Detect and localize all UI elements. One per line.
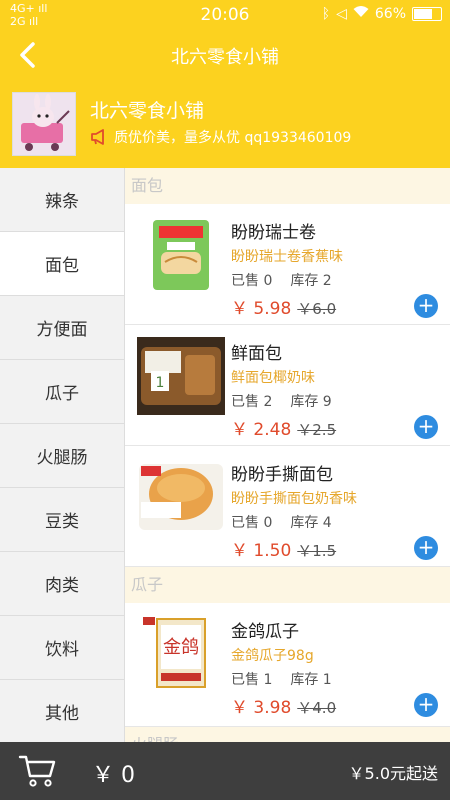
product-image [137, 216, 225, 294]
product-subtitle: 金鸽瓜子98g [231, 648, 314, 664]
shop-banner: 北六零食小铺 质优价美，量多从优 qq1933460109 [0, 80, 450, 168]
current-price: ￥ 3.98 [231, 698, 292, 718]
category-sidebar: 辣条 面包 方便面 瓜子 火腿肠 豆类 肉类 饮料 其他 [0, 168, 125, 744]
status-icons: ᛒ ◁ 66% [322, 5, 442, 22]
sidebar-item-instant-noodles[interactable]: 方便面 [0, 296, 124, 360]
product-image [137, 458, 225, 536]
product-stats: 已售 0 库存 2 [231, 270, 332, 290]
bluetooth-icon: ᛒ [321, 5, 331, 22]
minimum-order-label: ￥5.0元起送 [348, 764, 438, 783]
sold-count: 已售 2 [231, 394, 273, 410]
sidebar-item-other[interactable]: 其他 [0, 680, 124, 744]
plus-icon: + [417, 692, 435, 716]
product-stats: 已售 0 库存 4 [231, 512, 332, 532]
product-list[interactable]: 面包 盼盼瑞士卷 盼盼瑞士卷香蕉味 已售 0 库存 2 ￥ 5.98 ￥6.0 + [125, 168, 450, 742]
sidebar-item-drinks[interactable]: 饮料 [0, 616, 124, 680]
megaphone-icon [91, 129, 104, 145]
add-to-cart-button[interactable]: + [414, 415, 438, 439]
product-name: 盼盼手撕面包 [231, 465, 333, 485]
sold-count: 已售 0 [231, 515, 273, 531]
plus-icon: + [417, 414, 435, 438]
svg-text:金鸽: 金鸽 [163, 637, 199, 658]
page-title: 北六零食小铺 [171, 47, 279, 68]
section-header-seeds: 瓜子 [125, 567, 450, 603]
status-bar: 4G+ ıll 2G ıll 20:06 ᛒ ◁ 66% [0, 0, 450, 30]
wifi-icon [353, 5, 369, 22]
current-price: ￥ 2.48 [231, 420, 292, 440]
add-to-cart-button[interactable]: + [414, 294, 438, 318]
plus-icon: + [417, 535, 435, 559]
shop-slogan: 质优价美，量多从优 qq1933460109 [90, 127, 351, 147]
stock-count: 库存 9 [290, 394, 332, 410]
product-price: ￥ 2.48 ￥2.5 [231, 415, 336, 440]
product-name: 盼盼瑞士卷 [231, 223, 316, 243]
shopping-cart-icon [18, 755, 56, 787]
section-header-ham-sausage: 火腿肠 [125, 727, 450, 742]
original-price: ￥4.0 [297, 699, 337, 717]
sold-count: 已售 0 [231, 273, 273, 289]
product-image: 1 [137, 337, 225, 415]
sidebar-item-spicy-strips[interactable]: 辣条 [0, 168, 124, 232]
product-image: 金鸽 [137, 615, 225, 693]
product-item[interactable]: 盼盼手撕面包 盼盼手撕面包奶香味 已售 0 库存 4 ￥ 1.50 ￥1.5 + [125, 446, 450, 567]
plus-icon: + [417, 293, 435, 317]
shop-name: 北六零食小铺 [90, 100, 205, 122]
sidebar-item-seeds[interactable]: 瓜子 [0, 360, 124, 424]
product-stats: 已售 1 库存 1 [231, 669, 332, 689]
sidebar-item-bread[interactable]: 面包 [0, 232, 124, 296]
product-price: ￥ 5.98 ￥6.0 [231, 294, 336, 319]
product-subtitle: 盼盼手撕面包奶香味 [231, 491, 357, 507]
product-subtitle: 鲜面包椰奶味 [231, 370, 315, 386]
add-to-cart-button[interactable]: + [414, 693, 438, 717]
product-price: ￥ 1.50 ￥1.5 [231, 536, 336, 561]
sidebar-item-ham-sausage[interactable]: 火腿肠 [0, 424, 124, 488]
cart-button[interactable] [18, 754, 56, 788]
original-price: ￥2.5 [297, 421, 337, 439]
current-price: ￥ 1.50 [231, 541, 292, 561]
product-stats: 已售 2 库存 9 [231, 391, 332, 411]
cart-bar: ￥ 0 ￥5.0元起送 [0, 742, 450, 800]
stock-count: 库存 2 [290, 273, 332, 289]
nav-header: 北六零食小铺 [0, 30, 450, 80]
stock-count: 库存 1 [290, 672, 332, 688]
product-item[interactable]: 盼盼瑞士卷 盼盼瑞士卷香蕉味 已售 0 库存 2 ￥ 5.98 ￥6.0 + [125, 204, 450, 325]
product-item[interactable]: 金鸽 金鸽瓜子 金鸽瓜子98g 已售 1 库存 1 ￥ 3.98 ￥4.0 + [125, 603, 450, 727]
product-price: ￥ 3.98 ￥4.0 [231, 693, 336, 718]
add-to-cart-button[interactable]: + [414, 536, 438, 560]
stock-count: 库存 4 [290, 515, 332, 531]
current-price: ￥ 5.98 [231, 299, 292, 319]
cart-total: ￥ 0 [92, 763, 135, 788]
sidebar-item-beans[interactable]: 豆类 [0, 488, 124, 552]
battery-icon [412, 6, 442, 21]
product-item[interactable]: 1 鲜面包 鲜面包椰奶味 已售 2 库存 9 ￥ 2.48 ￥2.5 + [125, 325, 450, 446]
battery-percent: 66% [374, 5, 406, 22]
product-name: 鲜面包 [231, 344, 282, 364]
product-subtitle: 盼盼瑞士卷香蕉味 [231, 249, 343, 265]
section-header-bread: 面包 [125, 168, 450, 204]
product-name: 金鸽瓜子 [231, 622, 299, 642]
original-price: ￥6.0 [297, 300, 337, 318]
sidebar-item-meat[interactable]: 肉类 [0, 552, 124, 616]
sold-count: 已售 1 [231, 672, 273, 688]
svg-text:1: 1 [156, 375, 165, 391]
shop-slogan-text: 质优价美，量多从优 qq1933460109 [114, 130, 352, 146]
shop-logo [12, 92, 76, 156]
original-price: ￥1.5 [297, 542, 337, 560]
mute-icon: ◁ [336, 5, 347, 22]
